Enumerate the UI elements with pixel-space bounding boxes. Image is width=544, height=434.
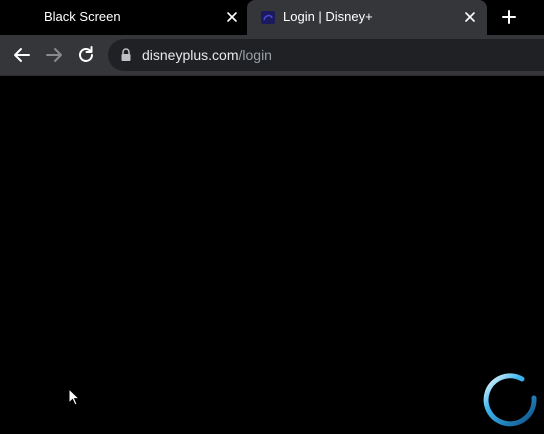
disney-plus-favicon-icon [261,11,275,24]
mouse-pointer-icon [68,388,80,406]
reload-icon[interactable] [75,44,97,66]
lock-icon[interactable] [120,48,132,62]
tab-title: Black Screen [44,9,121,24]
page-content [0,76,544,434]
tab-black-screen[interactable]: Black Screen [0,0,246,35]
browser-toolbar: disneyplus.com/login [0,35,544,75]
url-text[interactable]: disneyplus.com/login [142,47,272,63]
forward-arrow-icon[interactable] [43,44,65,66]
tab-login-disney[interactable]: Login | Disney+ [247,0,487,35]
url-host: disneyplus.com [142,47,239,63]
tab-title: Login | Disney+ [283,9,373,24]
tab-strip: Black Screen Login | Disney+ [0,0,544,35]
new-tab-plus-icon[interactable] [498,6,520,28]
close-icon[interactable] [461,8,479,26]
loading-spinner-icon [483,373,537,427]
url-path: /login [238,47,272,63]
address-bar[interactable]: disneyplus.com/login [108,39,544,71]
back-arrow-icon[interactable] [11,44,33,66]
close-icon[interactable] [223,8,241,26]
